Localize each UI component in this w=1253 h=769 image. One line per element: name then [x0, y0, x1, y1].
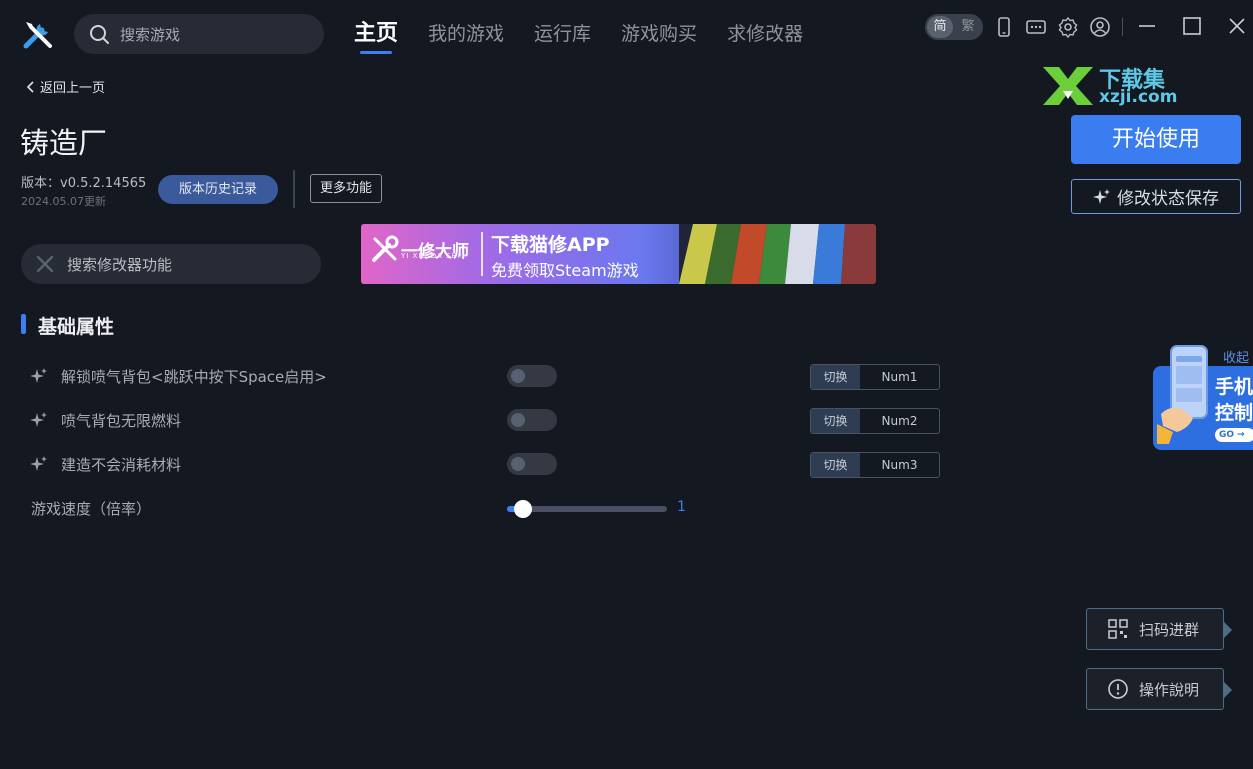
promo-line-2: 控制: [1215, 402, 1253, 424]
pointer-arrow: [1224, 682, 1232, 698]
phone-illustration-icon: [1157, 345, 1208, 444]
promo-line-1: 手机: [1215, 376, 1253, 398]
hotkey-action: 切换: [811, 365, 860, 389]
section-marker: [21, 314, 26, 334]
sparkle-icon: [30, 456, 47, 471]
tools-icon: [36, 255, 54, 273]
start-button[interactable]: 开始使用: [1071, 115, 1241, 164]
search-input[interactable]: 搜索游戏: [74, 14, 324, 54]
top-bar: 搜索游戏 主页 我的游戏 运行库 游戏购买 求修改器 简 繁: [0, 0, 1253, 70]
divider: [293, 170, 295, 208]
update-date: 2024.05.07更新: [21, 195, 106, 208]
toggle-knob: [511, 457, 525, 471]
hotkey-field[interactable]: 切换 Num1: [810, 364, 940, 390]
speed-row: 游戏速度（倍率） 1: [30, 496, 940, 522]
more-features-button[interactable]: 更多功能: [310, 174, 382, 203]
section-title: 基础属性: [38, 316, 115, 338]
watermark-url: xzji.com: [1099, 87, 1178, 107]
banner-subtitle: 免费领取Steam游戏: [491, 261, 639, 280]
hotkey-field[interactable]: 切换 Num2: [810, 408, 940, 434]
speed-value: 1: [677, 499, 686, 515]
hotkey-field[interactable]: 切换 Num3: [810, 452, 940, 478]
hotkey-key: Num3: [881, 458, 918, 472]
hotkey-key: Num1: [881, 370, 918, 384]
back-label: 返回上一页: [40, 81, 106, 96]
promo-go-button[interactable]: GO →: [1215, 428, 1253, 442]
titlebar-divider: [1122, 18, 1123, 36]
phone-icon[interactable]: [992, 15, 1016, 39]
speed-label: 游戏速度（倍率）: [31, 500, 152, 518]
slider-thumb[interactable]: [514, 500, 532, 518]
feature-search-placeholder: 搜索修改器功能: [67, 255, 173, 274]
feature-label: 建造不会消耗材料: [61, 456, 182, 474]
banner-title: 下载猫修APP: [491, 234, 610, 256]
feature-toggle[interactable]: [507, 365, 557, 387]
main-nav: 主页 我的游戏 运行库 游戏购买 求修改器: [354, 18, 833, 54]
tab-request-trainer[interactable]: 求修改器: [727, 18, 803, 54]
gear-icon[interactable]: [1056, 15, 1080, 39]
feature-row: 解锁喷气背包<跳跃中按下Space启用> 切换 Num1: [30, 364, 940, 390]
phone-control-promo[interactable]: 收起 手机 控制 GO →: [1153, 344, 1253, 450]
qr-group-button[interactable]: 扫码进群: [1086, 608, 1232, 650]
help-button[interactable]: 操作說明: [1086, 668, 1232, 710]
collapse-link[interactable]: 收起: [1223, 347, 1249, 366]
banner-game-art: [679, 224, 876, 284]
promo-banner[interactable]: 一修大师 YI XIU DA SHI 下载猫修APP 免费领取Steam游戏: [361, 224, 876, 284]
tab-my-games[interactable]: 我的游戏: [428, 18, 504, 54]
banner-brand: 一修大师: [369, 233, 469, 265]
xzji-logo-icon: [1043, 67, 1093, 105]
toggle-knob: [511, 369, 525, 383]
hotkey-action: 切换: [811, 409, 860, 433]
watermark-logo: 下载集 xzji.com: [1041, 62, 1181, 110]
back-link[interactable]: 返回上一页: [26, 77, 105, 96]
feature-toggle[interactable]: [507, 409, 557, 431]
hotkey-key: Num2: [881, 414, 918, 428]
close-icon[interactable]: [1225, 14, 1249, 38]
qr-group-label: 扫码进群: [1139, 620, 1200, 639]
feature-toggle[interactable]: [507, 453, 557, 475]
minimize-icon[interactable]: [1135, 14, 1159, 38]
chevron-left-icon: [26, 80, 34, 93]
save-state-button[interactable]: 修改状态保存: [1071, 179, 1241, 214]
controller-icon[interactable]: [1024, 15, 1048, 39]
lang-simplified[interactable]: 简: [927, 16, 953, 38]
feature-row: 建造不会消耗材料 切换 Num3: [30, 452, 940, 478]
tab-game-purchase[interactable]: 游戏购买: [621, 18, 697, 54]
language-toggle[interactable]: 简 繁: [925, 14, 983, 40]
feature-label: 喷气背包无限燃料: [61, 412, 182, 430]
qr-code-icon: [1108, 619, 1128, 639]
hotkey-action: 切换: [811, 453, 860, 477]
speed-slider[interactable]: [507, 500, 667, 518]
maximize-icon[interactable]: [1180, 14, 1204, 38]
toggle-knob: [511, 413, 525, 427]
page-title: 铸造厂: [20, 126, 108, 160]
feature-search-input[interactable]: 搜索修改器功能: [21, 244, 321, 284]
sparkle-icon: [30, 368, 47, 383]
wrench-icon: [372, 235, 399, 262]
sparkle-icon: [30, 412, 47, 427]
feature-label: 解锁喷气背包<跳跃中按下Space启用>: [61, 368, 327, 386]
feature-row: 喷气背包无限燃料 切换 Num2: [30, 408, 940, 434]
save-state-label: 修改状态保存: [1117, 189, 1219, 209]
search-placeholder: 搜索游戏: [120, 25, 181, 44]
lang-traditional[interactable]: 繁: [955, 16, 981, 38]
tab-runtime-library[interactable]: 运行库: [534, 18, 591, 54]
app-logo-icon[interactable]: [20, 16, 56, 52]
sparkle-icon: [1093, 188, 1110, 204]
version-history-button[interactable]: 版本历史记录: [158, 175, 278, 204]
help-label: 操作說明: [1139, 680, 1200, 699]
banner-divider: [481, 232, 483, 276]
pointer-arrow: [1224, 622, 1232, 638]
info-icon: [1108, 679, 1128, 699]
user-icon[interactable]: [1088, 15, 1112, 39]
version-text: 版本：v0.5.2.14565: [21, 176, 147, 191]
search-icon: [90, 25, 109, 44]
banner-brand-sub: YI XIU DA SHI: [401, 252, 461, 260]
tab-home[interactable]: 主页: [354, 18, 398, 54]
